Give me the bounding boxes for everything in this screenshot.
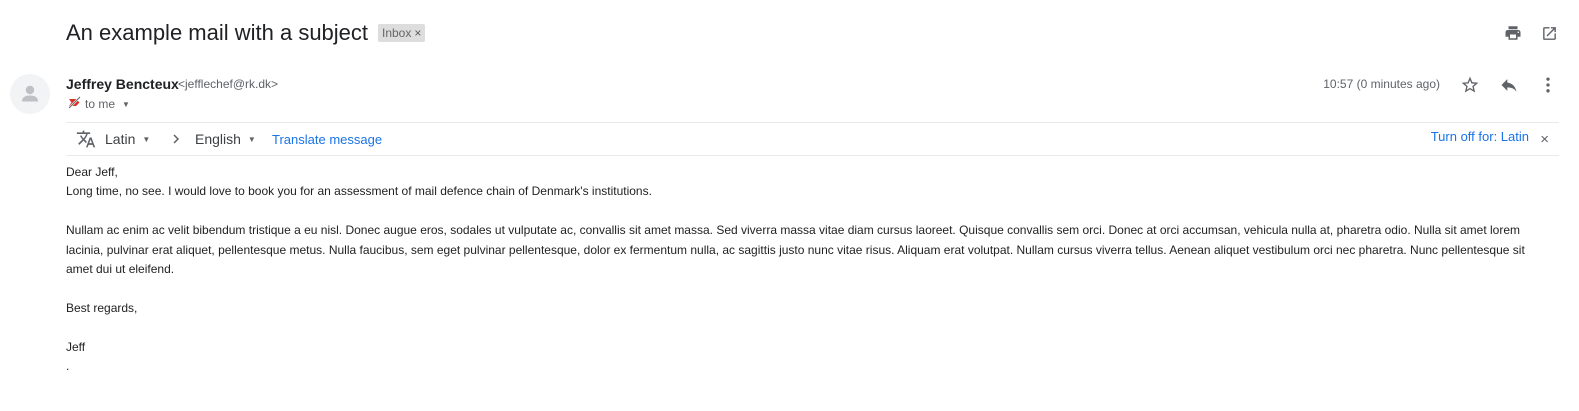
body-line: Long time, no see. I would love to book …	[66, 184, 652, 199]
source-language-select[interactable]: Latin ▼	[105, 123, 150, 155]
divider	[66, 155, 1559, 156]
chevron-down-icon[interactable]: ▼	[122, 100, 130, 109]
target-language-label: English	[195, 131, 241, 147]
remove-label-icon[interactable]: ×	[414, 24, 421, 42]
reply-icon[interactable]	[1497, 73, 1521, 97]
turn-off-translation-link[interactable]: Turn off for: Latin	[1431, 120, 1529, 152]
chevron-right-icon	[170, 123, 182, 155]
more-options-icon[interactable]	[1536, 73, 1560, 97]
avatar	[10, 74, 50, 114]
person-icon	[22, 85, 38, 102]
star-icon[interactable]	[1458, 73, 1482, 97]
message-body: Dear Jeff, Long time, no see. I would lo…	[66, 163, 1554, 376]
chevron-down-icon: ▼	[247, 134, 256, 144]
chevron-down-icon: ▼	[142, 134, 151, 144]
recipient-label: to me	[85, 97, 116, 111]
translate-message-link[interactable]: Translate message	[272, 123, 382, 155]
print-icon[interactable]	[1502, 22, 1524, 44]
body-paragraph: Nullam ac enim ac velit bibendum tristiq…	[66, 223, 1525, 277]
label-chip-text: Inbox	[382, 26, 412, 40]
signature: Jeff	[66, 339, 86, 354]
email-subject: An example mail with a subject	[66, 20, 369, 45]
greeting: Dear Jeff,	[66, 165, 118, 179]
sender-name: Jeffrey Bencteux	[66, 76, 179, 92]
message-timestamp: 10:57 (0 minutes ago)	[1323, 77, 1440, 91]
trailing-dot: .	[66, 359, 70, 374]
closing: Best regards,	[66, 300, 138, 315]
sender-email: <jefflechef@rk.dk>	[178, 77, 279, 91]
label-chip-inbox[interactable]: Inbox ×	[378, 24, 426, 42]
recipient-details[interactable]: to me ▼	[68, 96, 130, 112]
important-marker-icon[interactable]	[68, 96, 81, 112]
translate-bar: Latin ▼ English ▼ Translate message Turn…	[66, 123, 1559, 155]
target-language-select[interactable]: English ▼	[195, 123, 256, 155]
close-icon[interactable]: ×	[1540, 123, 1549, 155]
open-in-new-window-icon[interactable]	[1538, 22, 1560, 44]
source-language-label: Latin	[105, 131, 136, 147]
translate-icon	[76, 123, 96, 155]
